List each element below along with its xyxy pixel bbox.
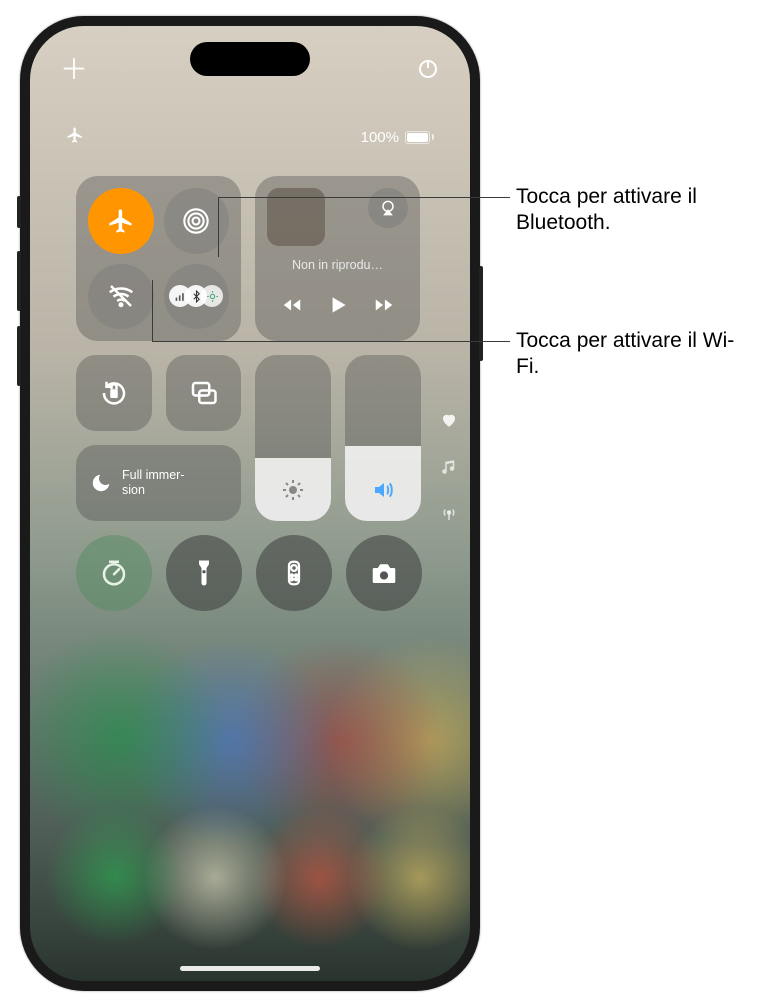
focus-label: Full immer- sion [122,468,185,498]
control-center: Non in riprodu… [76,176,424,611]
volume-slider[interactable] [345,355,421,521]
previous-track-button[interactable] [281,294,303,321]
connectivity-card[interactable] [76,176,241,341]
action-hw [17,326,21,386]
media-card[interactable]: Non in riprodu… [255,176,420,341]
callout-leader-wifi [152,341,510,342]
broadcast-icon[interactable] [440,505,458,528]
airplane-status-icon [66,126,84,148]
battery-percent-label: 100% [361,129,399,146]
sun-icon [281,478,305,507]
satellite-icon [201,285,223,307]
flashlight-button[interactable] [166,535,242,611]
play-button[interactable] [325,292,351,323]
screen-mirroring-button[interactable] [166,355,242,431]
callout-bluetooth: Tocca per attivare il Bluetooth. [516,184,754,237]
airplay-button[interactable] [368,188,408,228]
brightness-slider[interactable] [255,355,331,521]
timer-button[interactable] [76,535,152,611]
orientation-lock-toggle[interactable] [76,355,152,431]
music-note-icon[interactable] [440,458,458,481]
add-control-button[interactable]: ＋ [60,56,88,85]
volume-up-hw [17,196,21,228]
callout-wifi: Tocca per attivare il Wi-Fi. [516,328,754,381]
heart-icon[interactable] [440,411,458,434]
apple-tv-remote-button[interactable] [256,535,332,611]
next-track-button[interactable] [373,294,395,321]
phone-frame: ＋ 100% [20,16,480,991]
camera-button[interactable] [346,535,422,611]
speaker-icon [371,478,395,507]
airplane-mode-toggle[interactable] [88,188,154,254]
focus-button[interactable]: Full immer- sion [76,445,241,521]
callout-leader-bluetooth [218,197,510,198]
status-bar: 100% [30,126,470,148]
cellular-bluetooth-cluster[interactable] [164,264,230,330]
battery-icon [405,131,434,144]
page-indicator [440,411,458,528]
control-center-topbar: ＋ [30,56,470,85]
power-menu-button[interactable] [416,56,440,85]
home-indicator[interactable] [180,966,320,971]
wifi-toggle[interactable] [88,264,154,330]
volume-down-hw [17,251,21,311]
now-playing-label: Non in riprodu… [267,258,408,272]
power-hw [479,266,483,361]
screen: ＋ 100% [30,26,470,981]
